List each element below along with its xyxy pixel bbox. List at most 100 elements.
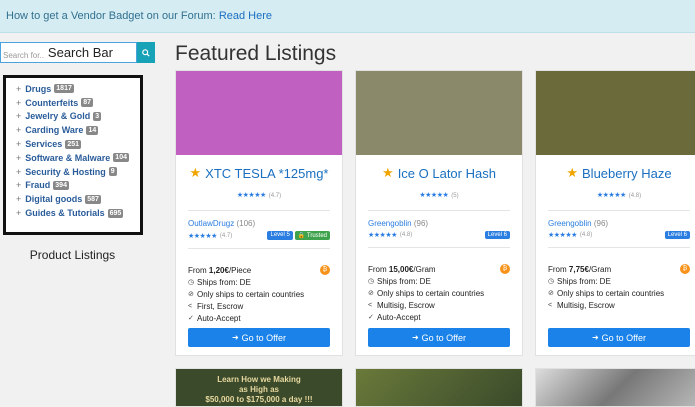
ships-from-text: Ships from: DE bbox=[377, 276, 431, 286]
category-item[interactable]: + Guides & Tutorials 695 bbox=[16, 206, 140, 220]
notice-link[interactable]: Read Here bbox=[219, 10, 272, 22]
info-icon: ⊘ bbox=[188, 291, 194, 298]
vendor-row: ★★★★★ (4.7) Level 5 🔒 Trusted bbox=[188, 231, 330, 240]
price-value: 7,75€ bbox=[568, 264, 589, 274]
category-count: 394 bbox=[53, 180, 69, 190]
level-badge: Level 5 bbox=[267, 231, 293, 240]
vendor-rating: (4.7) bbox=[219, 232, 233, 239]
banner-line-1: Learn How we Making bbox=[217, 375, 301, 384]
ships-from-text: Ships from: DE bbox=[557, 276, 611, 286]
listing-title-text: Blueberry Haze bbox=[582, 165, 672, 181]
banner-line-3: $50,000 to $175,000 a day !!! bbox=[205, 395, 313, 404]
notice-bar: How to get a Vendor Badget on our Forum:… bbox=[0, 0, 695, 33]
category-item[interactable]: + Counterfeits 87 bbox=[16, 96, 140, 110]
search-label: Search Bar bbox=[47, 45, 113, 60]
banner-line-2: as High as bbox=[238, 385, 279, 394]
ships-to-text: Only ships to certain countries bbox=[377, 288, 485, 298]
price-prefix: From bbox=[548, 264, 567, 274]
listing-image[interactable] bbox=[356, 71, 522, 155]
vendor-link[interactable]: Greengoblin (96) bbox=[548, 219, 690, 228]
price-prefix: From bbox=[188, 265, 207, 275]
listing-card: ★ Ice O Lator Hash ★★★★★ (5) Greengoblin (96… bbox=[355, 70, 523, 356]
category-name: Digital goods bbox=[25, 194, 83, 205]
share-icon: < bbox=[368, 301, 373, 309]
plus-icon: + bbox=[16, 97, 22, 108]
search-icon bbox=[142, 48, 150, 57]
category-count: 104 bbox=[113, 153, 129, 163]
bitcoin-icon: ₿ bbox=[680, 264, 690, 274]
ships-to-text: Only ships to certain countries bbox=[557, 288, 665, 298]
listing-card-bottom-3[interactable] bbox=[535, 368, 695, 407]
check-icon: ✓ bbox=[368, 314, 374, 321]
go-to-offer-button[interactable]: ➜ Go to Offer bbox=[368, 328, 510, 347]
escrow-text: Multisig, Escrow bbox=[557, 300, 615, 310]
category-count: 3 bbox=[93, 111, 102, 121]
escrow-text: Multisig, Escrow bbox=[377, 300, 435, 310]
category-count: 695 bbox=[107, 208, 124, 218]
plus-icon: + bbox=[16, 208, 22, 219]
category-name: Counterfeits bbox=[25, 97, 79, 108]
price-unit: /Piece bbox=[228, 265, 252, 275]
auto-accept: ✓ Auto-Accept bbox=[188, 313, 330, 323]
notice-text: How to get a Vendor Badget on our Forum: bbox=[6, 10, 216, 22]
category-item[interactable]: + Carding Ware 14 bbox=[16, 123, 140, 137]
price-value: 1,20€ bbox=[208, 265, 229, 275]
vendor-badges: Level 5 🔒 Trusted bbox=[267, 231, 330, 240]
plus-icon: + bbox=[16, 83, 22, 94]
listing-title[interactable]: ★ Ice O Lator Hash bbox=[356, 165, 522, 181]
ships-from: ◷ Ships from: DE bbox=[368, 276, 510, 286]
plus-icon: + bbox=[16, 125, 22, 136]
divider bbox=[368, 210, 510, 211]
listing-title[interactable]: ★ XTC TESLA *125mg* bbox=[176, 165, 342, 181]
listing-title-text: XTC TESLA *125mg* bbox=[205, 165, 329, 181]
category-name: Software & Malware bbox=[25, 152, 111, 163]
vendor-row: ★★★★★ (4.8) Level 6 bbox=[548, 231, 690, 239]
listing-title[interactable]: ★ Blueberry Haze bbox=[536, 165, 695, 181]
listing-card-bottom-2[interactable] bbox=[355, 368, 523, 407]
arrow-icon: ➜ bbox=[411, 333, 419, 342]
listing-image[interactable] bbox=[176, 71, 342, 155]
category-name: Drugs bbox=[25, 83, 52, 94]
go-to-offer-label: Go to Offer bbox=[601, 332, 647, 343]
listing-rating: ★★★★★ (4.7) bbox=[176, 184, 342, 202]
price-unit: /Gram bbox=[413, 264, 436, 274]
vendor-link[interactable]: Greengoblin (96) bbox=[368, 219, 510, 228]
category-item[interactable]: + Drugs 1817 bbox=[16, 82, 140, 96]
category-item[interactable]: + Services 251 bbox=[16, 137, 140, 151]
arrow-icon: ➜ bbox=[591, 333, 599, 342]
vendor-link[interactable]: OutlawDrugz (106) bbox=[188, 219, 330, 228]
arrow-icon: ➜ bbox=[231, 333, 239, 342]
ships-from: ◷ Ships from: DE bbox=[188, 277, 330, 287]
info-icon: ⊘ bbox=[548, 290, 554, 297]
vendor-count: (96) bbox=[413, 219, 429, 228]
auto-accept-text: Auto-Accept bbox=[377, 312, 421, 322]
rating-stars-icon: ★★★★★ bbox=[596, 192, 626, 199]
info-icon: ⊘ bbox=[368, 290, 374, 297]
category-count: 1817 bbox=[54, 84, 74, 94]
category-count: 14 bbox=[86, 125, 99, 135]
listing-title-text: Ice O Lator Hash bbox=[397, 165, 496, 181]
plus-icon: + bbox=[16, 111, 22, 122]
listing-card: ★ XTC TESLA *125mg* ★★★★★ (4.7) OutlawDrugz … bbox=[175, 70, 343, 356]
category-item[interactable]: + Fraud 394 bbox=[16, 179, 140, 193]
category-item[interactable]: + Security & Hosting 9 bbox=[16, 165, 140, 179]
go-to-offer-button[interactable]: ➜ Go to Offer bbox=[548, 328, 690, 347]
divider bbox=[548, 247, 690, 248]
category-item[interactable]: + Software & Malware 104 bbox=[16, 151, 140, 165]
search-input[interactable]: Search for.. Search Bar bbox=[0, 42, 137, 63]
listing-card-bottom-1[interactable]: Learn How we Making as High as $50,000 t… bbox=[175, 368, 343, 407]
trusted-label: Trusted bbox=[306, 233, 327, 239]
category-item[interactable]: + Jewelry & Gold 3 bbox=[16, 110, 140, 124]
listing-image[interactable] bbox=[536, 71, 695, 155]
divider bbox=[188, 210, 330, 211]
category-item[interactable]: + Digital goods 587 bbox=[16, 192, 140, 206]
plus-icon: + bbox=[16, 180, 22, 191]
escrow: < First, Escrow bbox=[188, 301, 330, 311]
listing-card: ★ Blueberry Haze ★★★★★ (4.8) Greengoblin (96… bbox=[535, 70, 695, 356]
rating-value: (4.7) bbox=[268, 193, 282, 199]
escrow-text: First, Escrow bbox=[197, 301, 244, 311]
level-badge: Level 6 bbox=[484, 231, 510, 239]
vendor-stars-icon: ★★★★★ bbox=[368, 232, 397, 239]
search-button[interactable] bbox=[137, 42, 155, 63]
go-to-offer-button[interactable]: ➜ Go to Offer bbox=[188, 328, 330, 347]
